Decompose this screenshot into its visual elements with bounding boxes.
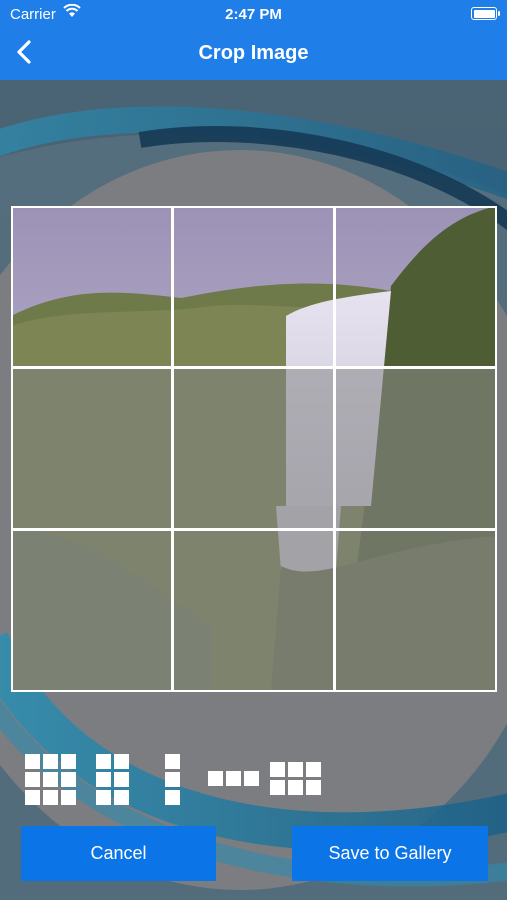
page-title: Crop Image — [198, 42, 309, 64]
save-to-gallery-button[interactable]: Save to Gallery — [292, 826, 488, 881]
grid-tools — [0, 750, 507, 810]
grid-3x3-icon[interactable] — [25, 754, 76, 805]
cancel-button[interactable]: Cancel — [21, 826, 216, 881]
crop-frame — [11, 206, 497, 692]
grid-3x2-icon[interactable] — [96, 754, 129, 805]
status-time: 2:47 PM — [225, 6, 282, 23]
status-bar: Carrier 2:47 PM — [0, 0, 507, 28]
grid-2x3-icon[interactable] — [270, 762, 321, 795]
grid-3x1-icon[interactable] — [165, 754, 180, 805]
crop-image-area[interactable] — [11, 206, 497, 692]
battery-icon — [471, 7, 500, 20]
grid-1x3-icon[interactable] — [208, 771, 259, 786]
navigation-bar: Carrier 2:47 PM Crop Image — [0, 0, 507, 80]
